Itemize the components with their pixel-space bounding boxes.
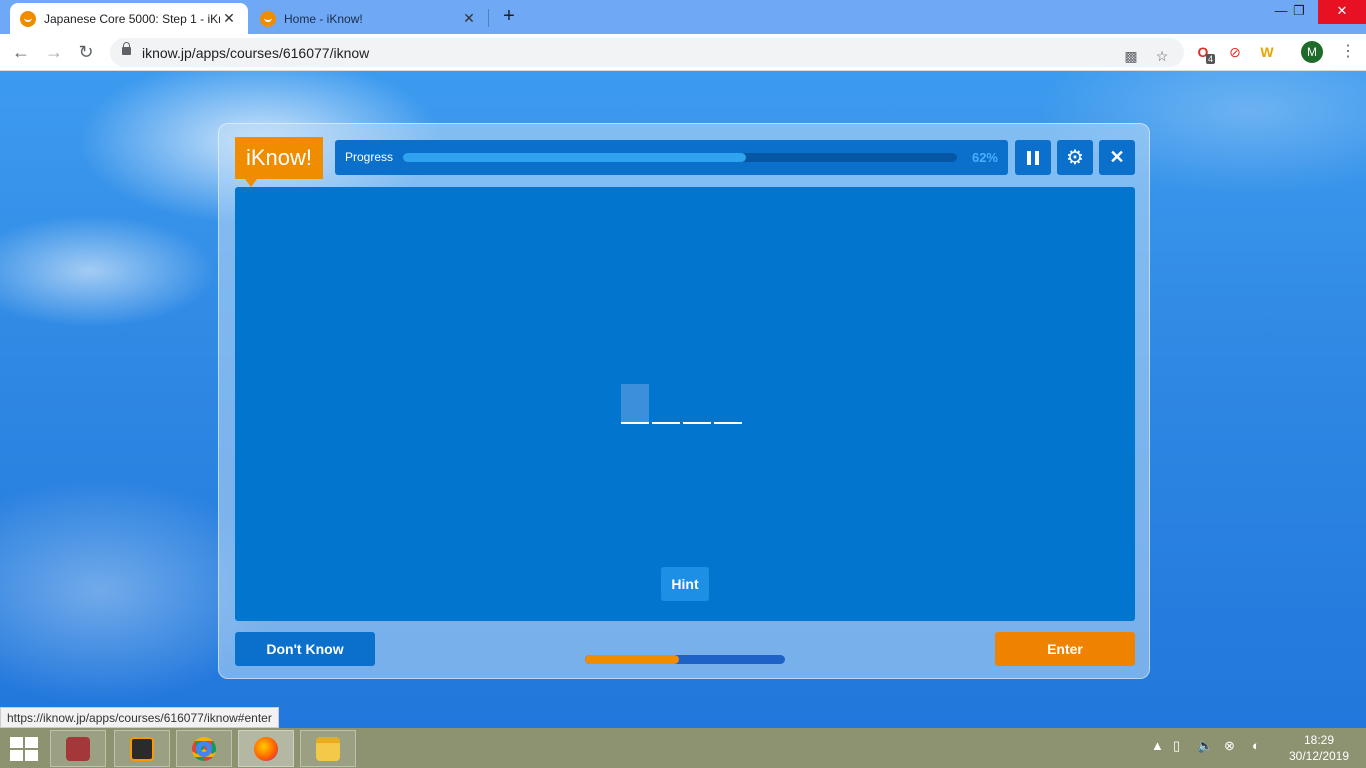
battery-icon[interactable]: ▯ [1173, 738, 1180, 754]
tab-title: Home - iKnow! [284, 11, 363, 26]
tab-title: Japanese Core 5000: Step 1 - iKnow! [44, 11, 220, 26]
browser-menu-icon[interactable]: ⋮ [1340, 42, 1356, 62]
link-status-bar: https://iknow.jp/apps/courses/616077/ikn… [0, 707, 279, 728]
enter-button[interactable]: Enter [995, 632, 1135, 666]
tray-expand-icon[interactable]: ▲ [1151, 738, 1164, 753]
settings-button[interactable]: ⚙ [1057, 140, 1093, 175]
answer-blank[interactable] [714, 384, 742, 424]
answer-blank[interactable] [683, 384, 711, 424]
bookmark-star-icon[interactable]: ☆ [1153, 47, 1171, 65]
progress-label: Progress [345, 150, 394, 164]
timer-fill [585, 655, 679, 664]
progress-percent: 62% [971, 150, 998, 165]
dont-know-button[interactable]: Don't Know [235, 632, 375, 666]
notification-app-icon[interactable]: ◐ [1252, 738, 1260, 753]
sublime-text-icon [130, 736, 154, 761]
gear-icon: ⚙ [1066, 147, 1084, 169]
forward-arrow-icon[interactable]: → [42, 41, 66, 65]
tab-close-icon[interactable]: ✕ [220, 10, 238, 27]
lock-icon [122, 42, 131, 55]
browser-toolbar: ← → ↻ iknow.jp/apps/courses/616077/iknow… [0, 34, 1366, 71]
extension-badge: 4 [1206, 54, 1216, 64]
tab-separator [488, 9, 489, 27]
taskbar-clock[interactable]: 18:29 30/12/2019 [1280, 732, 1358, 764]
windows-taskbar: ▲ ▯ 🔈 ⊗ ◐ 18:29 30/12/2019 [0, 728, 1366, 768]
taskbar-explorer-app[interactable] [300, 730, 356, 767]
pause-button[interactable] [1015, 140, 1051, 175]
iknow-favicon-icon [20, 10, 36, 27]
new-tab-button[interactable]: + [499, 6, 519, 26]
pause-icon [1027, 150, 1039, 165]
tab-japanese-core[interactable]: Japanese Core 5000: Step 1 - iKnow! ✕ [10, 3, 248, 34]
clock-time: 18:29 [1303, 733, 1335, 747]
access-app-icon [66, 736, 90, 761]
browser-tab-strip: Japanese Core 5000: Step 1 - iKnow! ✕ Ho… [0, 0, 1366, 34]
answer-input[interactable] [621, 384, 742, 426]
progress-fill [403, 153, 747, 162]
taskbar-access-app[interactable] [50, 730, 106, 767]
volume-icon[interactable]: 🔈 [1197, 738, 1213, 754]
taskbar-sublime-app[interactable] [114, 730, 170, 767]
iknow-favicon-icon [260, 10, 276, 27]
progress-track [403, 153, 957, 162]
answer-blank[interactable] [652, 384, 680, 424]
hint-button[interactable]: Hint [661, 567, 709, 601]
network-disconnected-icon[interactable]: ⊗ [1224, 738, 1235, 754]
address-url[interactable]: iknow.jp/apps/courses/616077/iknow [142, 45, 369, 61]
profile-avatar[interactable]: M [1301, 41, 1323, 63]
file-explorer-icon [316, 736, 340, 761]
restore-window-icon[interactable]: ❐ [1280, 0, 1318, 24]
close-window-icon[interactable]: ✕ [1318, 0, 1366, 24]
clock-date: 30/12/2019 [1288, 749, 1350, 763]
taskbar-chrome-app[interactable] [176, 730, 232, 767]
tab-close-icon[interactable]: ✕ [460, 10, 478, 27]
close-icon: ✕ [1109, 147, 1125, 167]
block-extension-icon[interactable]: ⊘ [1226, 43, 1244, 61]
close-session-button[interactable]: ✕ [1099, 140, 1135, 175]
taskbar-firefox-app[interactable] [238, 730, 294, 767]
windows-start-icon[interactable] [10, 737, 38, 761]
answer-blank[interactable] [621, 384, 649, 424]
timer-bar [585, 655, 785, 664]
tab-home[interactable]: Home - iKnow! ✕ [250, 3, 488, 34]
extension-puzzle-icon[interactable]: ▩ [1122, 47, 1140, 65]
w-extension-icon[interactable]: W [1258, 43, 1276, 61]
firefox-icon [254, 736, 278, 761]
iknow-logo: iKnow! [235, 137, 323, 187]
address-bar[interactable]: iknow.jp/apps/courses/616077/iknow ▩ ☆ [110, 38, 1184, 67]
back-arrow-icon[interactable]: ← [9, 41, 33, 65]
question-card: Hint [235, 187, 1135, 621]
progress-bar: Progress 62% [335, 140, 1008, 175]
iknow-study-app: iKnow! Progress 62% ⚙ ✕ Hint Don't Know … [218, 123, 1150, 679]
chrome-icon [192, 736, 216, 761]
reload-icon[interactable]: ↻ [74, 41, 98, 65]
